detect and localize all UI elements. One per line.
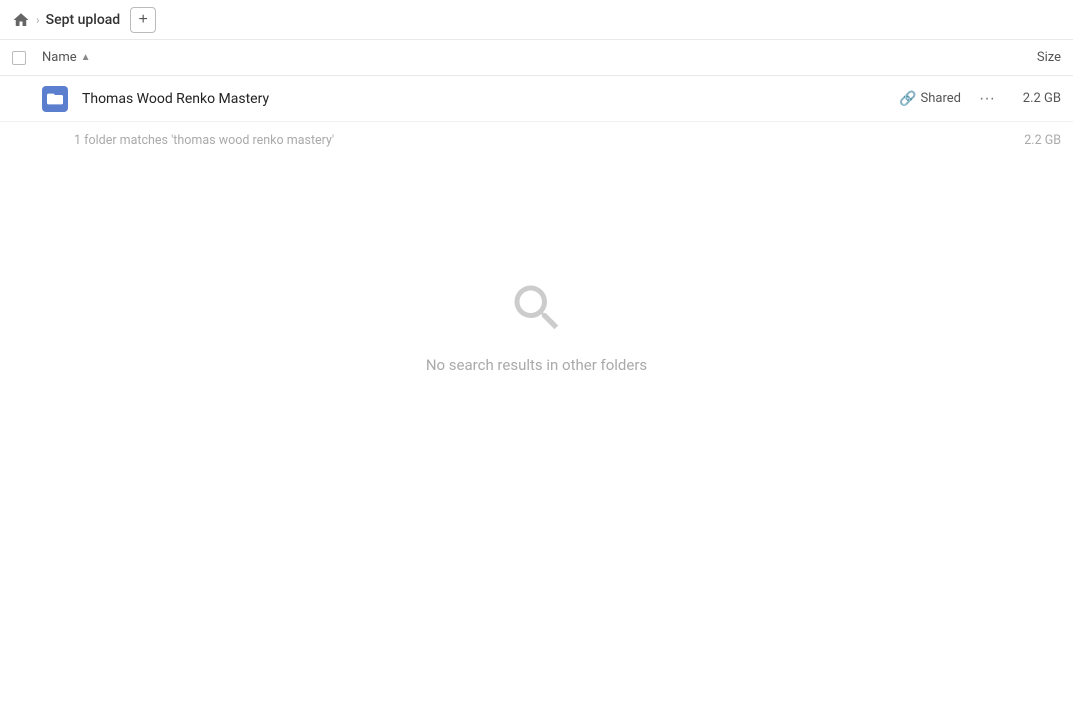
more-options-button[interactable]: ··· <box>973 88 1001 110</box>
sort-arrow-icon: ▲ <box>81 52 91 63</box>
size-column-header: Size <box>981 50 1061 65</box>
breadcrumb-folder-name: Sept upload <box>46 12 121 28</box>
header-checkbox-col <box>12 51 42 65</box>
file-size: 2.2 GB <box>1001 91 1061 106</box>
add-button[interactable]: + <box>130 7 156 33</box>
breadcrumb-chevron: › <box>36 13 40 27</box>
home-button[interactable] <box>12 11 30 29</box>
empty-state-message: No search results in other folders <box>426 356 647 374</box>
select-all-checkbox[interactable] <box>12 51 26 65</box>
empty-state: No search results in other folders <box>0 278 1073 374</box>
file-meta: 🔗 Shared ··· <box>899 88 1001 110</box>
shared-badge: 🔗 Shared <box>899 91 961 107</box>
no-results-search-icon <box>507 278 567 342</box>
file-name: Thomas Wood Renko Mastery <box>74 91 899 107</box>
file-icon-col <box>42 86 74 112</box>
summary-text: 1 folder matches 'thomas wood renko mast… <box>74 133 1001 148</box>
summary-row: 1 folder matches 'thomas wood renko mast… <box>0 122 1073 158</box>
folder-icon <box>42 86 68 112</box>
link-icon: 🔗 <box>899 91 916 107</box>
file-row[interactable]: Thomas Wood Renko Mastery 🔗 Shared ··· 2… <box>0 76 1073 122</box>
column-header-row: Name ▲ Size <box>0 40 1073 76</box>
summary-size: 2.2 GB <box>1001 133 1061 148</box>
name-column-header[interactable]: Name ▲ <box>42 50 981 65</box>
breadcrumb-bar: › Sept upload + <box>0 0 1073 40</box>
shared-label: Shared <box>921 91 961 106</box>
